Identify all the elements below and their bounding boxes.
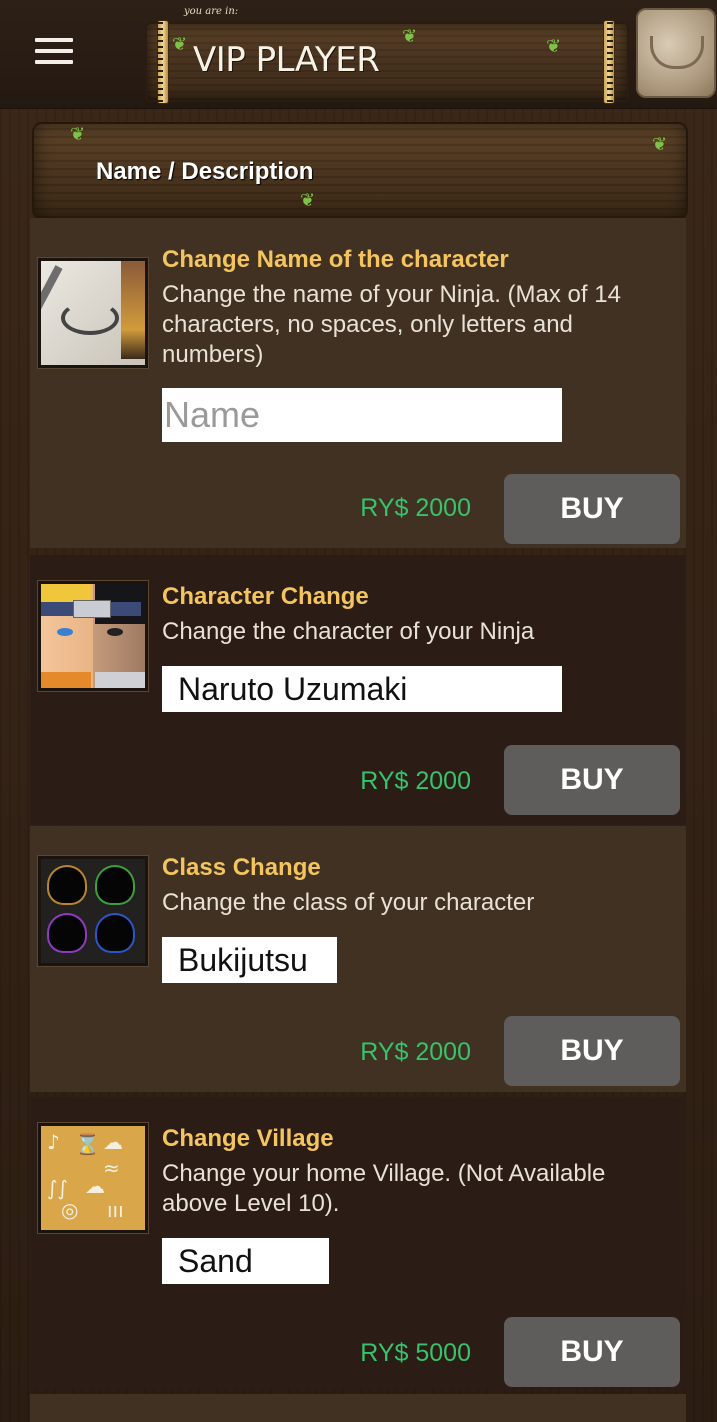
buy-button[interactable]: BUY bbox=[504, 1317, 680, 1387]
inventory-bag-icon[interactable] bbox=[636, 8, 716, 98]
item-description: Change the character of your Ninja bbox=[162, 618, 535, 645]
village-symbols-icon: ♪ ⌛ ☁ ≈ ∫∫ ☁ ◎ ııı bbox=[38, 1123, 148, 1233]
buy-button[interactable]: BUY bbox=[504, 474, 680, 544]
you-are-in-label: you are in: bbox=[184, 6, 239, 17]
item-description: Change the class of your character bbox=[162, 889, 535, 916]
item-title: Class Change bbox=[162, 854, 321, 881]
hamburger-menu-icon[interactable] bbox=[30, 34, 78, 70]
leaf-icon: ❦ bbox=[172, 34, 188, 54]
item-price: RY$ 2000 bbox=[360, 494, 471, 522]
village-select[interactable]: Sand bbox=[162, 1238, 329, 1284]
leaf-icon: ❦ bbox=[652, 134, 668, 154]
item-title: Change Village bbox=[162, 1125, 334, 1152]
buy-button[interactable]: BUY bbox=[504, 745, 680, 815]
column-header-name-description: Name / Description bbox=[96, 158, 314, 185]
shop-item-change-village: ♪ ⌛ ☁ ≈ ∫∫ ☁ ◎ ııı Change Village Change… bbox=[30, 1097, 686, 1389]
leaf-icon: ❦ bbox=[70, 124, 86, 144]
banner-rope-left bbox=[157, 22, 163, 102]
brush-icon bbox=[38, 258, 148, 368]
buy-button[interactable]: BUY bbox=[504, 1016, 680, 1086]
vip-player-page: you are in: VIP PLAYER ❦ ❦ ❦ ❦ ❦ ❦ Name … bbox=[0, 0, 717, 1422]
leaf-icon: ❦ bbox=[546, 36, 562, 56]
leaf-icon: ❦ bbox=[300, 190, 316, 210]
leaf-icon: ❦ bbox=[402, 26, 418, 46]
list-header: ❦ ❦ ❦ Name / Description bbox=[32, 122, 688, 220]
item-description: Change the name of your Ninja. (Max of 1… bbox=[162, 281, 621, 368]
character-portrait-icon bbox=[38, 581, 148, 691]
item-description: Change your home Village. (Not Available… bbox=[162, 1160, 606, 1217]
shop-item-class-change: Class Change Change the class of your ch… bbox=[30, 826, 686, 1092]
item-price: RY$ 2000 bbox=[360, 767, 471, 795]
item-price: RY$ 2000 bbox=[360, 1038, 471, 1066]
class-select[interactable]: Bukijutsu bbox=[162, 937, 337, 983]
page-title: VIP PLAYER bbox=[193, 40, 380, 80]
top-bar: you are in: VIP PLAYER ❦ ❦ ❦ bbox=[0, 0, 717, 109]
shop-item-character-change: Character Change Change the character of… bbox=[30, 555, 686, 825]
item-title: Character Change bbox=[162, 583, 369, 610]
class-silhouettes-icon bbox=[38, 856, 148, 966]
item-price: RY$ 5000 bbox=[360, 1339, 471, 1367]
banner-rope-right bbox=[607, 22, 613, 102]
shop-item-next bbox=[30, 1394, 686, 1422]
shop-item-change-name: Change Name of the character Change the … bbox=[30, 218, 686, 548]
item-title: Change Name of the character bbox=[162, 246, 509, 273]
character-select[interactable]: Naruto Uzumaki bbox=[162, 666, 562, 712]
name-input[interactable] bbox=[162, 388, 562, 442]
